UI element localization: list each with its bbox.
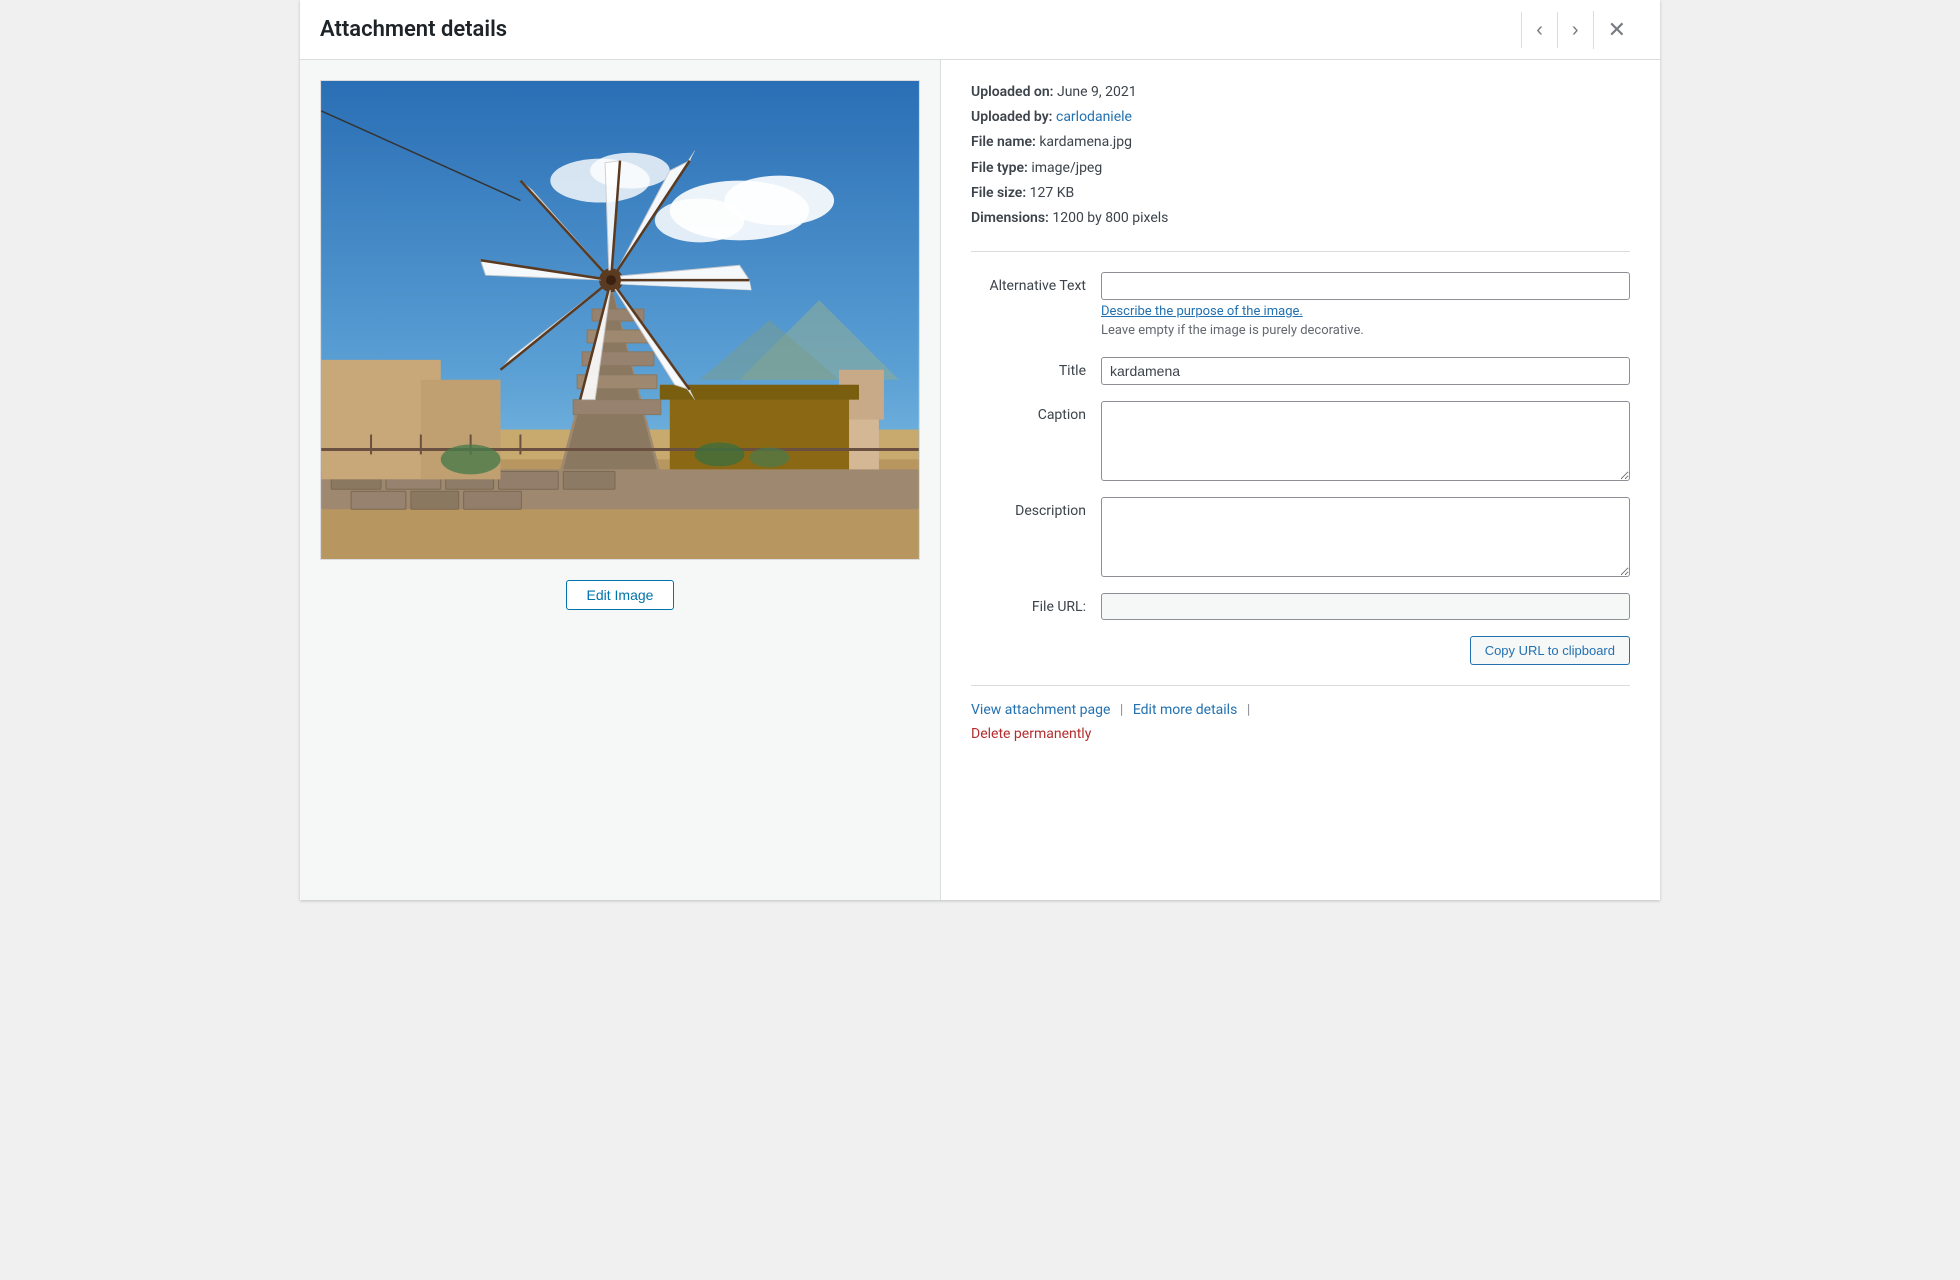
attachment-image (320, 80, 920, 560)
alt-text-hint: Leave empty if the image is purely decor… (1101, 321, 1630, 341)
dimensions-row: Dimensions: 1200 by 800 pixels (971, 206, 1630, 231)
image-panel: Edit Image (300, 60, 940, 900)
modal-title: Attachment details (320, 17, 507, 42)
uploaded-by-row: Uploaded by: carlodaniele (971, 105, 1630, 130)
caption-input[interactable] (1101, 401, 1630, 481)
alt-text-input[interactable] (1101, 272, 1630, 300)
footer-links: View attachment page | Edit more details… (971, 685, 1630, 742)
caption-control (1101, 401, 1630, 481)
file-url-input[interactable] (1101, 593, 1630, 620)
file-name-value: kardamena.jpg (1039, 134, 1132, 150)
file-size-label: File size: (971, 185, 1026, 201)
dimensions-value: 1200 by 800 pixels (1052, 210, 1168, 226)
alt-text-control: Describe the purpose of the image. Leave… (1101, 272, 1630, 341)
delete-row: Delete permanently (971, 726, 1630, 742)
uploaded-on-value: June 9, 2021 (1057, 84, 1137, 100)
header-actions: ‹ › ✕ (1521, 11, 1640, 49)
windmill-illustration (321, 81, 919, 559)
title-control (1101, 357, 1630, 385)
file-name-label: File name: (971, 134, 1036, 150)
description-row: Description (971, 497, 1630, 577)
alt-text-label: Alternative Text (971, 272, 1101, 294)
file-url-control: Copy URL to clipboard (1101, 593, 1630, 665)
uploaded-by-label: Uploaded by: (971, 109, 1053, 125)
copy-url-button[interactable]: Copy URL to clipboard (1470, 636, 1630, 665)
delete-permanently-link[interactable]: Delete permanently (971, 726, 1091, 742)
modal-header: Attachment details ‹ › ✕ (300, 0, 1660, 60)
caption-label: Caption (971, 401, 1101, 423)
modal-body: Edit Image Uploaded on: June 9, 2021 Upl… (300, 60, 1660, 900)
uploaded-on-row: Uploaded on: June 9, 2021 (971, 80, 1630, 105)
dimensions-label: Dimensions: (971, 210, 1049, 226)
file-size-row: File size: 127 KB (971, 181, 1630, 206)
title-input[interactable] (1101, 357, 1630, 385)
link-separator-1: | (1120, 702, 1123, 718)
file-type-row: File type: image/jpeg (971, 156, 1630, 181)
alt-text-row: Alternative Text Describe the purpose of… (971, 272, 1630, 341)
prev-button[interactable]: ‹ (1521, 12, 1557, 48)
details-panel: Uploaded on: June 9, 2021 Uploaded by: c… (940, 60, 1660, 900)
close-button[interactable]: ✕ (1593, 11, 1640, 49)
file-type-value: image/jpeg (1031, 160, 1102, 176)
file-name-row: File name: kardamena.jpg (971, 130, 1630, 155)
next-button[interactable]: › (1557, 12, 1593, 48)
footer-links-row: View attachment page | Edit more details… (971, 702, 1630, 718)
file-info: Uploaded on: June 9, 2021 Uploaded by: c… (971, 80, 1630, 252)
view-attachment-link[interactable]: View attachment page (971, 702, 1110, 718)
edit-image-button[interactable]: Edit Image (566, 580, 675, 610)
description-control (1101, 497, 1630, 577)
description-input[interactable] (1101, 497, 1630, 577)
uploaded-by-link[interactable]: carlodaniele (1056, 109, 1132, 125)
file-url-label: File URL: (971, 593, 1101, 615)
title-label: Title (971, 357, 1101, 379)
edit-more-details-link[interactable]: Edit more details (1133, 702, 1238, 718)
link-separator-2: | (1247, 702, 1250, 718)
uploaded-on-label: Uploaded on: (971, 84, 1053, 100)
file-size-value: 127 KB (1030, 185, 1075, 201)
caption-row: Caption (971, 401, 1630, 481)
file-type-label: File type: (971, 160, 1028, 176)
description-label: Description (971, 497, 1101, 519)
title-row: Title (971, 357, 1630, 385)
file-url-row: File URL: Copy URL to clipboard (971, 593, 1630, 665)
alt-text-describe-link[interactable]: Describe the purpose of the image. (1101, 304, 1630, 319)
